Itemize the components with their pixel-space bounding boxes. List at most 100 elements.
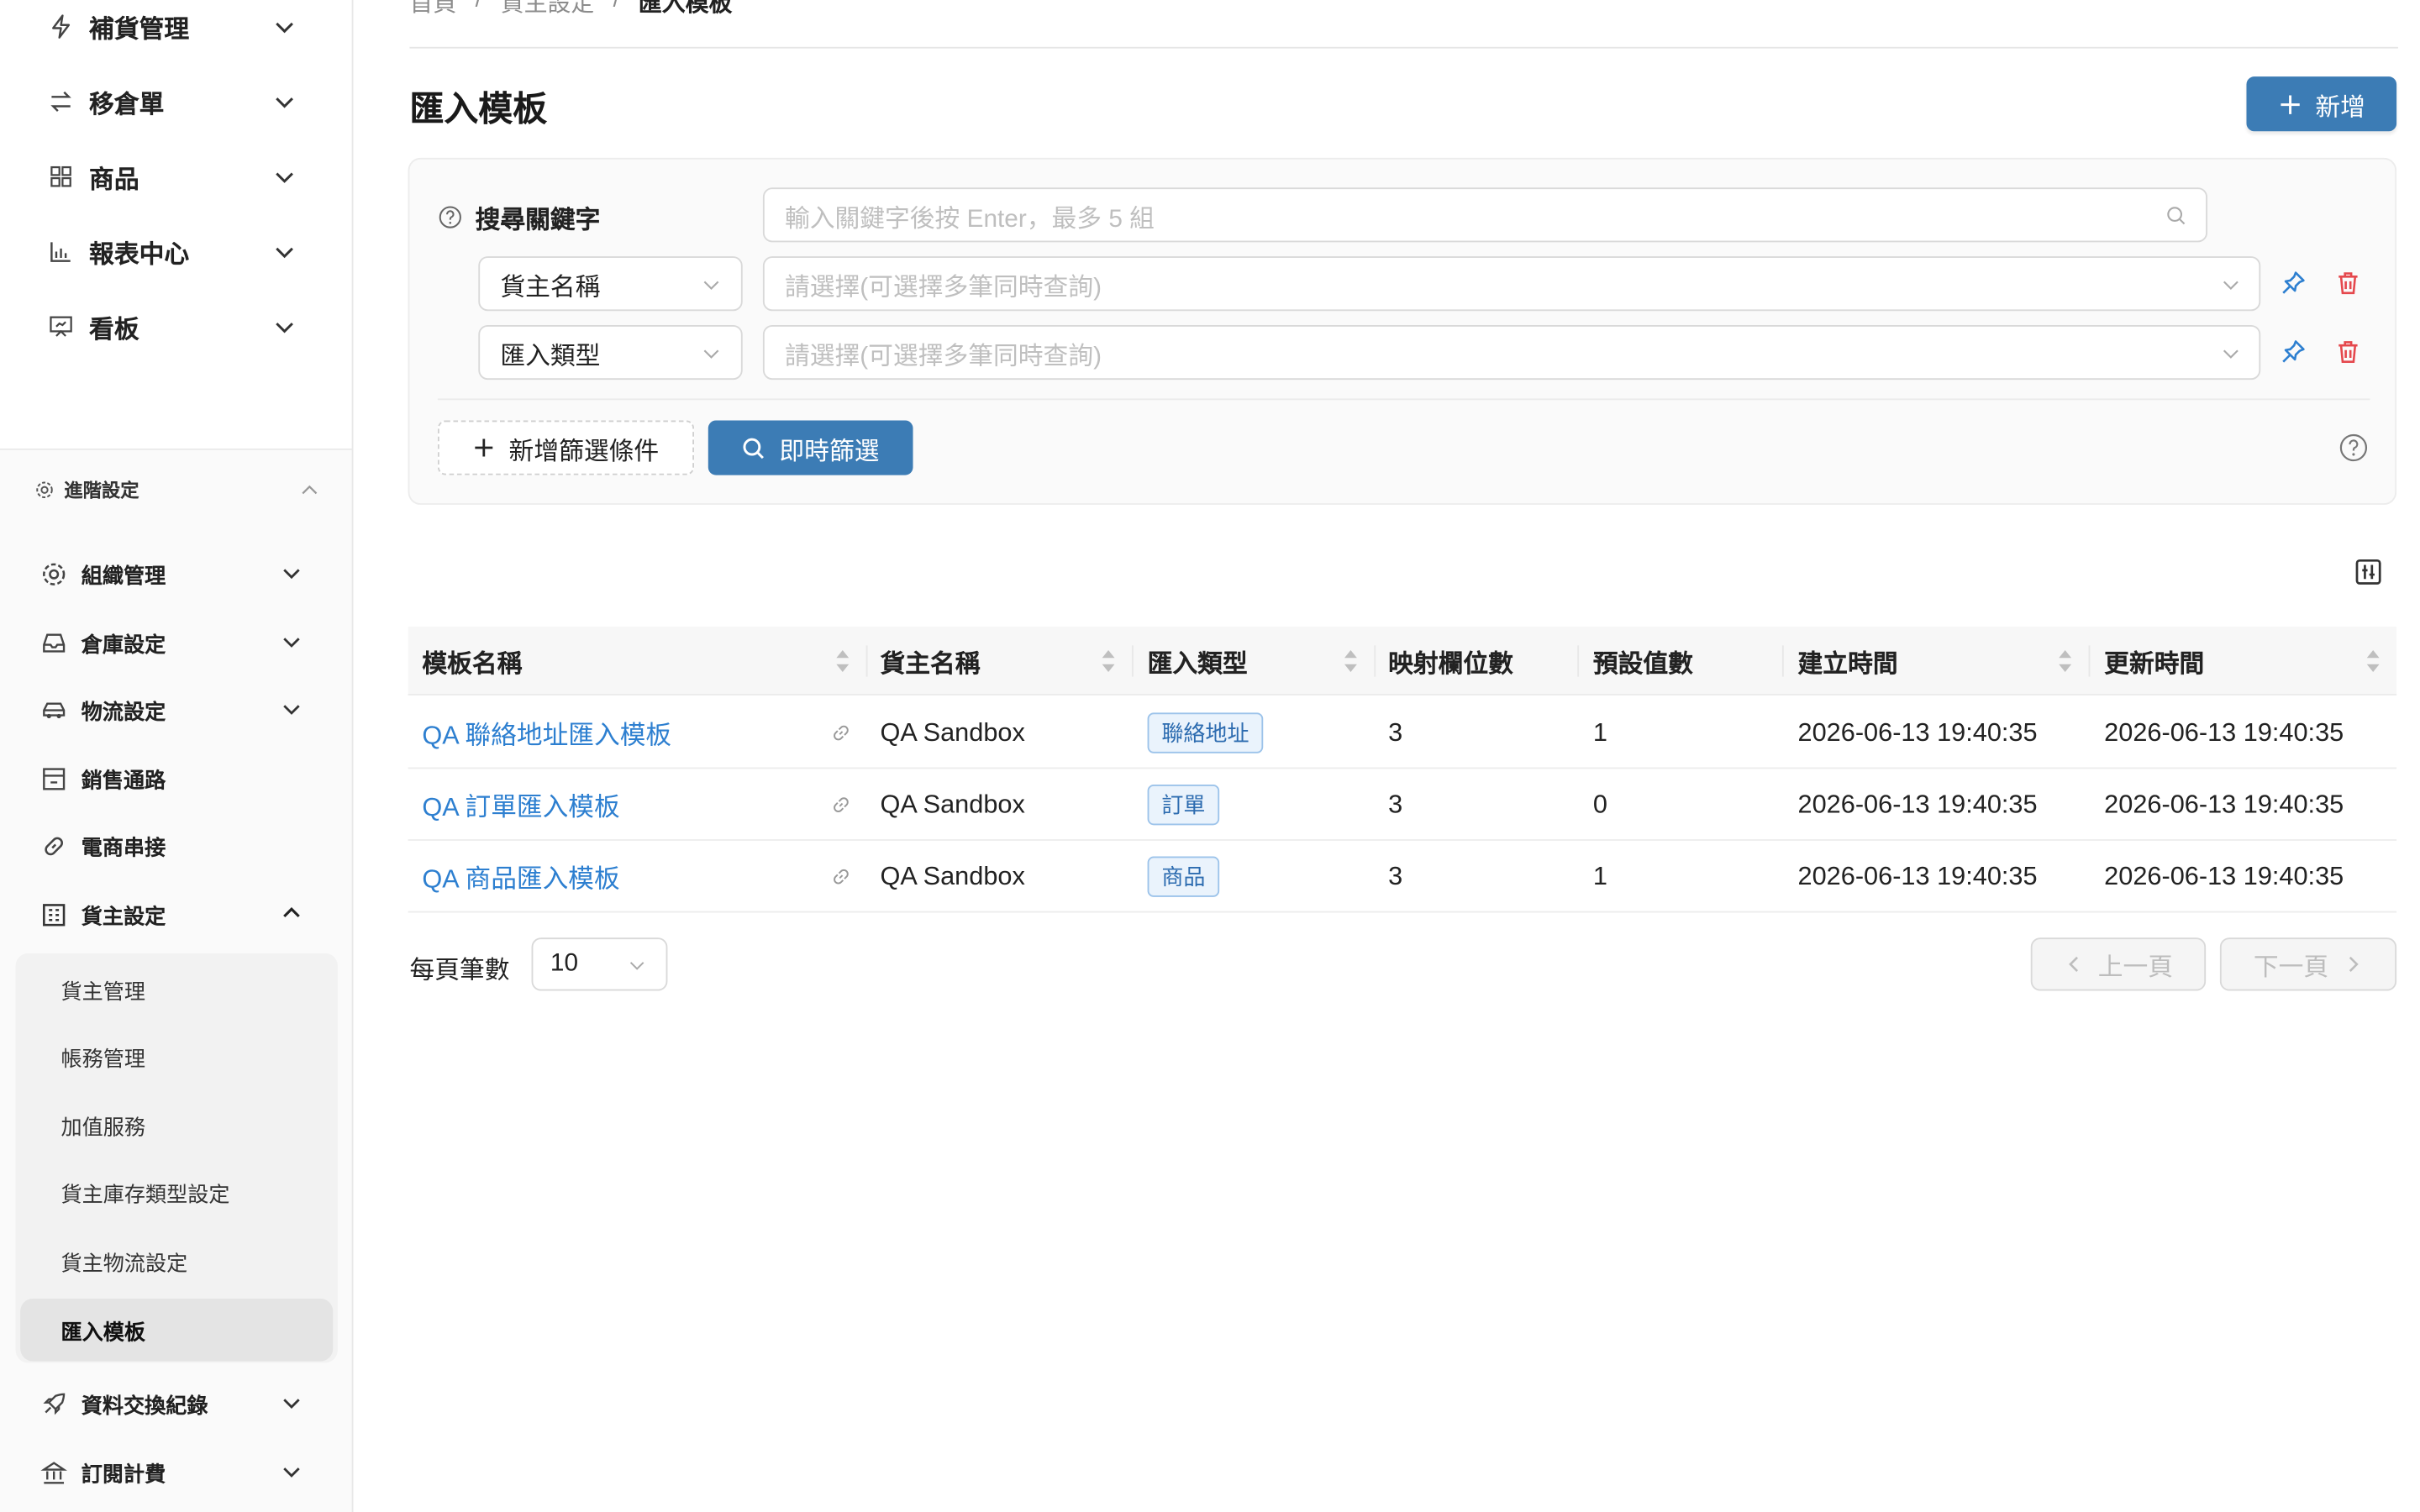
sort-icon[interactable] <box>2365 645 2381 676</box>
sidebar-item-transfer[interactable]: 移倉單 <box>0 67 352 136</box>
add-filter-condition-label: 新增篩選條件 <box>508 438 660 465</box>
column-header-import-type[interactable]: 匯入類型 <box>1134 627 1375 696</box>
per-page-select[interactable]: 10 <box>531 937 668 991</box>
column-header-created[interactable]: 建立時間 <box>1784 627 2089 696</box>
sidebar-item-label: 補貨管理 <box>89 17 190 45</box>
grid-icon <box>47 162 75 190</box>
sidebar-item-label: 帳務管理 <box>60 1047 146 1071</box>
sidebar-group-data-exchange[interactable]: 資料交換紀錄 <box>0 1372 352 1434</box>
sidebar-item-label: 貨主庫存類型設定 <box>60 1183 230 1207</box>
chevron-down-icon <box>283 638 300 648</box>
pin-icon[interactable] <box>2281 339 2306 365</box>
defaults-cell: 0 <box>1592 790 1607 818</box>
sidebar-item-label: 貨主管理 <box>60 979 146 1004</box>
sort-icon[interactable] <box>1343 645 1359 676</box>
column-header-label: 貨主名稱 <box>880 651 981 679</box>
sidebar-item-label: 商品 <box>89 167 139 194</box>
sidebar-item-owner-logistics[interactable]: 貨主物流設定 <box>16 1230 338 1292</box>
sidebar-group-label: 訂閱計費 <box>81 1462 166 1487</box>
chevron-up-icon[interactable] <box>298 480 320 501</box>
sort-icon[interactable] <box>1101 645 1117 676</box>
updated-cell: 2026-06-13 19:40:35 <box>2104 862 2344 890</box>
column-header-updated[interactable]: 更新時間 <box>2090 627 2396 696</box>
owner-cell: QA Sandbox <box>880 790 1025 818</box>
sidebar-item-dashboard[interactable]: 看板 <box>0 292 352 361</box>
breadcrumb-home[interactable]: 首頁 <box>409 0 456 18</box>
sidebar-item-inventory-type[interactable]: 貨主庫存類型設定 <box>16 1161 338 1223</box>
chevron-down-icon <box>283 1467 300 1478</box>
sidebar-item-replenishment[interactable]: 補貨管理 <box>0 0 352 61</box>
chevron-right-icon <box>2348 956 2358 972</box>
sidebar-group-warehouse[interactable]: 倉庫設定 <box>0 611 352 673</box>
import-type-tag: 商品 <box>1147 856 1220 897</box>
condition-field-select-type[interactable]: 匯入類型 <box>478 324 743 381</box>
import-type-cell: 訂單 <box>1147 769 1220 841</box>
import-type-cell: 聯絡地址 <box>1147 697 1264 769</box>
sidebar-group-logistics[interactable]: 物流設定 <box>0 678 352 740</box>
link-icon[interactable] <box>830 866 852 888</box>
sidebar-group-label: 倉庫設定 <box>81 633 166 657</box>
column-settings-icon[interactable] <box>2354 558 2382 585</box>
instant-filter-button[interactable]: 即時篩選 <box>708 420 913 475</box>
breadcrumb-owner-settings[interactable]: 貨主設定 <box>501 0 595 18</box>
condition-placeholder: 請選擇(可選擇多筆同時查詢) <box>784 274 1102 302</box>
chevron-down-icon <box>276 172 293 183</box>
sidebar-item-owner-management[interactable]: 貨主管理 <box>16 958 338 1020</box>
column-header-owner[interactable]: 貨主名稱 <box>866 627 1132 696</box>
help-circle-icon[interactable] <box>2338 433 2368 462</box>
template-name-link[interactable]: QA 商品匯入模板 <box>422 841 619 913</box>
defaults-cell: 1 <box>1592 717 1607 747</box>
trash-icon[interactable] <box>2336 339 2361 365</box>
created-cell: 2026-06-13 19:40:35 <box>1797 862 2038 890</box>
trash-icon[interactable] <box>2336 270 2361 296</box>
sidebar-item-label: 報表中心 <box>89 242 190 269</box>
add-filter-condition-button[interactable]: 新增篩選條件 <box>437 420 695 475</box>
sidebar-item-import-templates[interactable]: 匯入模板 <box>20 1299 334 1362</box>
sidebar-group-sales-channel[interactable]: 銷售通路 <box>0 747 352 809</box>
keyword-label-text: 搜尋關鍵字 <box>475 207 601 235</box>
keyword-search-input[interactable]: 輸入關鍵字後按 Enter，最多 5 組 <box>762 187 2207 243</box>
sidebar-item-products[interactable]: 商品 <box>0 142 352 211</box>
advanced-settings-header[interactable]: 進階設定 <box>34 476 139 503</box>
sidebar-item-label: 看板 <box>89 317 139 344</box>
pin-icon[interactable] <box>2281 270 2306 296</box>
sidebar-item-value-added[interactable]: 加值服務 <box>16 1094 338 1156</box>
condition-value-select-type[interactable]: 請選擇(可選擇多筆同時查詢) <box>762 324 2261 381</box>
prev-page-button[interactable]: 上一頁 <box>2030 937 2207 991</box>
sidebar-group-ecommerce[interactable]: 電商串接 <box>0 814 352 876</box>
sidebar-group-label: 貨主設定 <box>81 905 166 929</box>
sidebar-item-label: 加值服務 <box>60 1116 146 1140</box>
next-page-button[interactable]: 下一頁 <box>2219 937 2397 991</box>
chevron-down-icon <box>276 22 293 34</box>
condition-field-select-owner[interactable]: 貨主名稱 <box>478 256 743 312</box>
plus-icon <box>476 438 494 457</box>
bank-icon <box>40 1461 67 1483</box>
import-type-tag: 訂單 <box>1147 784 1220 826</box>
add-button[interactable]: 新增 <box>2246 76 2397 132</box>
sidebar-group-organization[interactable]: 組織管理 <box>0 543 352 605</box>
sidebar-group-owner-settings[interactable]: 貨主設定 <box>0 883 352 945</box>
sidebar-group-subscription[interactable]: 訂閱計費 <box>0 1441 352 1503</box>
sidebar-item-reports[interactable]: 報表中心 <box>0 218 352 286</box>
link-icon[interactable] <box>830 794 852 816</box>
advanced-settings-section: 進階設定 組織管理 倉庫設定 物流設定 銷售通路 電商串接 貨主設定 貨主管理 … <box>0 449 352 1512</box>
sort-icon[interactable] <box>834 645 850 676</box>
breadcrumb-separator: / <box>613 0 620 18</box>
chevron-down-icon <box>2223 349 2238 359</box>
header-divider <box>409 46 2398 49</box>
gear-icon <box>36 481 53 499</box>
help-circle-icon[interactable] <box>438 205 463 230</box>
template-name-link[interactable]: QA 訂單匯入模板 <box>422 769 619 841</box>
column-header-label: 模板名稱 <box>422 651 523 679</box>
sort-icon[interactable] <box>2057 645 2073 676</box>
sidebar-item-billing[interactable]: 帳務管理 <box>16 1025 338 1087</box>
breadcrumb-current: 匯入模板 <box>638 0 733 18</box>
condition-value-select-owner[interactable]: 請選擇(可選擇多筆同時查詢) <box>762 256 2261 312</box>
condition-placeholder: 請選擇(可選擇多筆同時查詢) <box>784 343 1102 370</box>
sidebar-group-label: 銷售通路 <box>81 769 166 793</box>
column-header-template-name[interactable]: 模板名稱 <box>408 627 866 696</box>
link-icon[interactable] <box>830 722 852 744</box>
template-name-link[interactable]: QA 聯絡地址匯入模板 <box>422 697 671 769</box>
prev-page-label: 上一頁 <box>2097 954 2174 982</box>
sidebar-group-label: 物流設定 <box>81 700 166 724</box>
